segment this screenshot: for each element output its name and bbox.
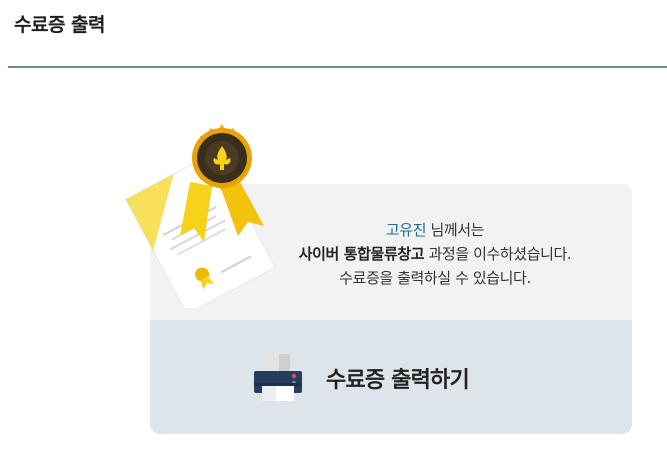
title-divider: [8, 66, 667, 68]
message-line-2: 사이버 통합물류창고 과정을 이수하셨습니다.: [230, 242, 632, 266]
printer-icon: [254, 354, 302, 401]
course-name: 사이버 통합물류창고: [298, 245, 425, 263]
message-line-1: 고유진 님께서는: [230, 218, 632, 242]
completion-message: 고유진 님께서는 사이버 통합물류창고 과정을 이수하셨습니다. 수료증을 출력…: [230, 218, 632, 290]
message-line-3: 수료증을 출력하실 수 있습니다.: [339, 269, 531, 287]
page-title: 수료증 출력: [14, 14, 106, 36]
user-name: 고유진: [385, 221, 427, 239]
message-line-1-suffix: 님께서는: [426, 221, 485, 239]
print-button-label: 수료증 출력하기: [326, 368, 470, 393]
message-line-2-suffix: 과정을 이수하셨습니다.: [424, 245, 572, 263]
print-certificate-button[interactable]: 수료증 출력하기: [150, 320, 632, 434]
certificate-award-icon: [125, 124, 276, 308]
